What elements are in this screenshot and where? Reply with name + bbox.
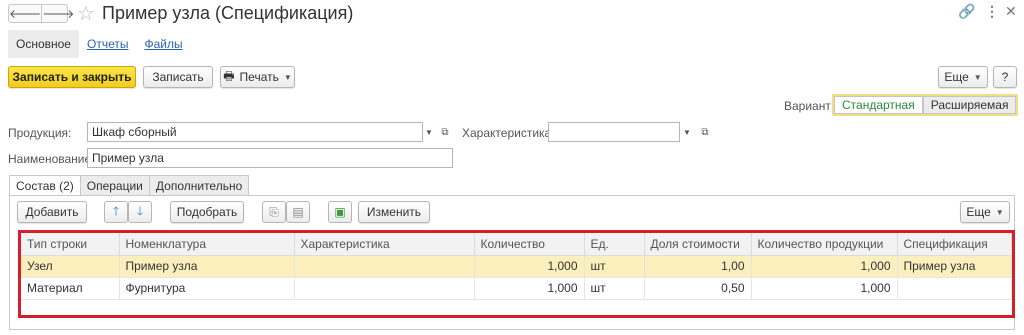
table-cell: шт xyxy=(584,277,645,300)
chevron-down-icon: ▼ xyxy=(283,72,292,82)
column-header[interactable]: Характеристика xyxy=(294,233,475,256)
characteristic-label: Характеристика: xyxy=(462,126,555,140)
copy-icon[interactable]: ⎘ xyxy=(262,201,286,223)
printer-icon: 🖶 xyxy=(223,68,235,83)
history-nav: 🡐 🡒 xyxy=(8,4,74,23)
table-cell xyxy=(294,255,475,278)
back-button[interactable]: 🡐 xyxy=(9,5,43,22)
column-header[interactable]: Количество продукции xyxy=(751,233,898,256)
composition-table: Тип строки Номенклатура Характеристика К… xyxy=(18,230,1015,318)
characteristic-open-icon[interactable]: ⧉ xyxy=(698,122,712,142)
chevron-down-icon: ▼ xyxy=(973,72,982,82)
variant-label: Вариант: xyxy=(784,99,835,113)
arrow-down-icon[interactable]: 🡓 xyxy=(128,201,152,223)
link-icon[interactable]: 🔗 xyxy=(958,3,975,20)
table-cell: Пример узла xyxy=(119,255,295,278)
forward-button[interactable]: 🡒 xyxy=(42,5,74,22)
section-nav: Основное Отчеты Файлы xyxy=(8,30,191,58)
change-button[interactable]: Изменить xyxy=(358,201,430,223)
name-field[interactable]: Пример узла xyxy=(87,148,453,168)
form-tabs: Состав (2) Операции Дополнительно xyxy=(9,175,250,196)
paste-icon[interactable]: ▤ xyxy=(286,201,310,223)
product-label: Продукция: xyxy=(8,126,72,140)
table-cell: шт xyxy=(584,255,645,278)
arrow-up-icon[interactable]: 🡑 xyxy=(104,201,128,223)
star-icon[interactable]: ☆ xyxy=(77,1,95,26)
save-button[interactable]: Записать xyxy=(143,66,213,88)
tab-additional[interactable]: Дополнительно xyxy=(148,175,250,195)
pick-button[interactable]: Подобрать xyxy=(170,201,244,223)
table-row[interactable]: Узел Пример узла 1,000 шт 1,00 1,000 При… xyxy=(21,255,1012,278)
name-label: Наименование: xyxy=(8,152,95,166)
table-row[interactable]: Материал Фурнитура 1,000 шт 0,50 1,000 xyxy=(21,277,1012,300)
column-header[interactable]: Тип строки xyxy=(21,233,120,256)
more-button[interactable]: Еще ▼ xyxy=(938,66,988,88)
characteristic-dropdown-icon[interactable]: ▼ xyxy=(680,122,694,142)
table-cell: 1,000 xyxy=(474,255,585,278)
table-cell: Материал xyxy=(21,277,120,300)
more-vertical-icon[interactable]: ⋮ xyxy=(985,3,999,20)
table-cell xyxy=(294,277,475,300)
column-header[interactable]: Ед. xyxy=(584,233,645,256)
help-button[interactable]: ? xyxy=(993,66,1017,88)
print-button-label: Печать xyxy=(239,70,279,84)
picture-icon[interactable]: ▣ xyxy=(328,201,352,223)
characteristic-field[interactable] xyxy=(548,122,680,142)
navtab-reports[interactable]: Отчеты xyxy=(79,30,136,58)
column-header[interactable]: Доля стоимости xyxy=(644,233,752,256)
table-cell: Фурнитура xyxy=(119,277,295,300)
table-header: Тип строки Номенклатура Характеристика К… xyxy=(21,233,1012,256)
tab-operations[interactable]: Операции xyxy=(79,175,150,195)
chevron-down-icon: ▼ xyxy=(995,207,1004,217)
close-icon[interactable]: ✕ xyxy=(1005,3,1017,20)
table-cell: 1,000 xyxy=(751,255,898,278)
product-field[interactable]: Шкаф сборный xyxy=(87,122,423,142)
product-open-icon[interactable]: ⧉ xyxy=(438,122,452,142)
table-cell: 0,50 xyxy=(644,277,752,300)
table-cell: 1,000 xyxy=(474,277,585,300)
page-title: Пример узла (Спецификация) xyxy=(102,3,354,23)
save-and-close-button[interactable]: Записать и закрыть xyxy=(8,66,136,88)
table-cell: 1,00 xyxy=(644,255,752,278)
variant-switch: Стандартная Расширяемая xyxy=(832,94,1019,116)
more-button-label: Еще xyxy=(944,70,969,84)
variant-standard[interactable]: Стандартная xyxy=(834,96,923,114)
navtab-main[interactable]: Основное xyxy=(8,30,79,58)
tab-composition[interactable]: Состав (2) xyxy=(9,175,81,196)
column-header[interactable]: Спецификация xyxy=(897,233,1012,256)
column-header[interactable]: Количество xyxy=(474,233,585,256)
table-cell: Пример узла xyxy=(897,255,1012,278)
variant-extended[interactable]: Расширяемая xyxy=(922,96,1017,114)
column-header[interactable]: Номенклатура xyxy=(119,233,295,256)
print-button[interactable]: 🖶 Печать ▼ xyxy=(220,66,295,88)
navtab-files[interactable]: Файлы xyxy=(136,30,190,58)
product-dropdown-icon[interactable]: ▼ xyxy=(422,122,436,142)
table-more-button[interactable]: Еще ▼ xyxy=(960,201,1010,223)
table-cell: 1,000 xyxy=(751,277,898,300)
table-cell xyxy=(897,277,1012,300)
table-more-label: Еще xyxy=(966,205,991,219)
table-cell: Узел xyxy=(21,255,120,278)
add-button[interactable]: Добавить xyxy=(17,201,87,223)
